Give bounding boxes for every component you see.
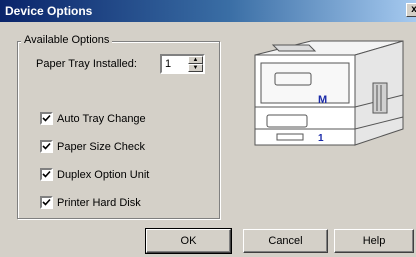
printer-illustration: M 1 xyxy=(254,40,404,146)
paper-size-check-checkbox[interactable] xyxy=(40,140,53,153)
cancel-button[interactable]: Cancel xyxy=(243,229,328,253)
printer-brand-mark: M xyxy=(318,94,327,106)
spin-down-icon[interactable]: ▼ xyxy=(188,64,203,72)
spin-buttons: ▲ ▼ xyxy=(188,56,203,72)
title-bar: Device Options x xyxy=(0,0,416,22)
duplex-option-unit-label: Duplex Option Unit xyxy=(57,169,150,181)
paper-tray-stepper[interactable]: 1 ▲ ▼ xyxy=(160,54,205,74)
paper-tray-label: Paper Tray Installed: xyxy=(36,58,137,70)
checkmark-icon xyxy=(42,114,51,122)
duplex-option-unit-checkbox[interactable] xyxy=(40,168,53,181)
printer-tray-number: 1 xyxy=(318,133,324,144)
ok-button[interactable]: OK xyxy=(145,228,232,254)
checkmark-icon xyxy=(42,142,51,150)
checkmark-icon xyxy=(42,170,51,178)
help-button[interactable]: Help xyxy=(334,229,414,253)
checkmark-icon xyxy=(42,198,51,206)
auto-tray-change-label: Auto Tray Change xyxy=(57,113,146,125)
device-options-dialog: Device Options x Available Options Paper… xyxy=(0,0,416,257)
auto-tray-change-checkbox[interactable] xyxy=(40,112,53,125)
paper-tray-value[interactable]: 1 xyxy=(165,57,171,71)
close-icon[interactable]: x xyxy=(406,3,416,17)
paper-size-check-label: Paper Size Check xyxy=(57,141,146,153)
available-options-legend: Available Options xyxy=(21,33,113,47)
printer-hard-disk-checkbox[interactable] xyxy=(40,196,53,209)
window-title: Device Options xyxy=(5,4,93,18)
spin-up-icon[interactable]: ▲ xyxy=(188,56,203,64)
printer-hard-disk-label: Printer Hard Disk xyxy=(57,197,141,209)
